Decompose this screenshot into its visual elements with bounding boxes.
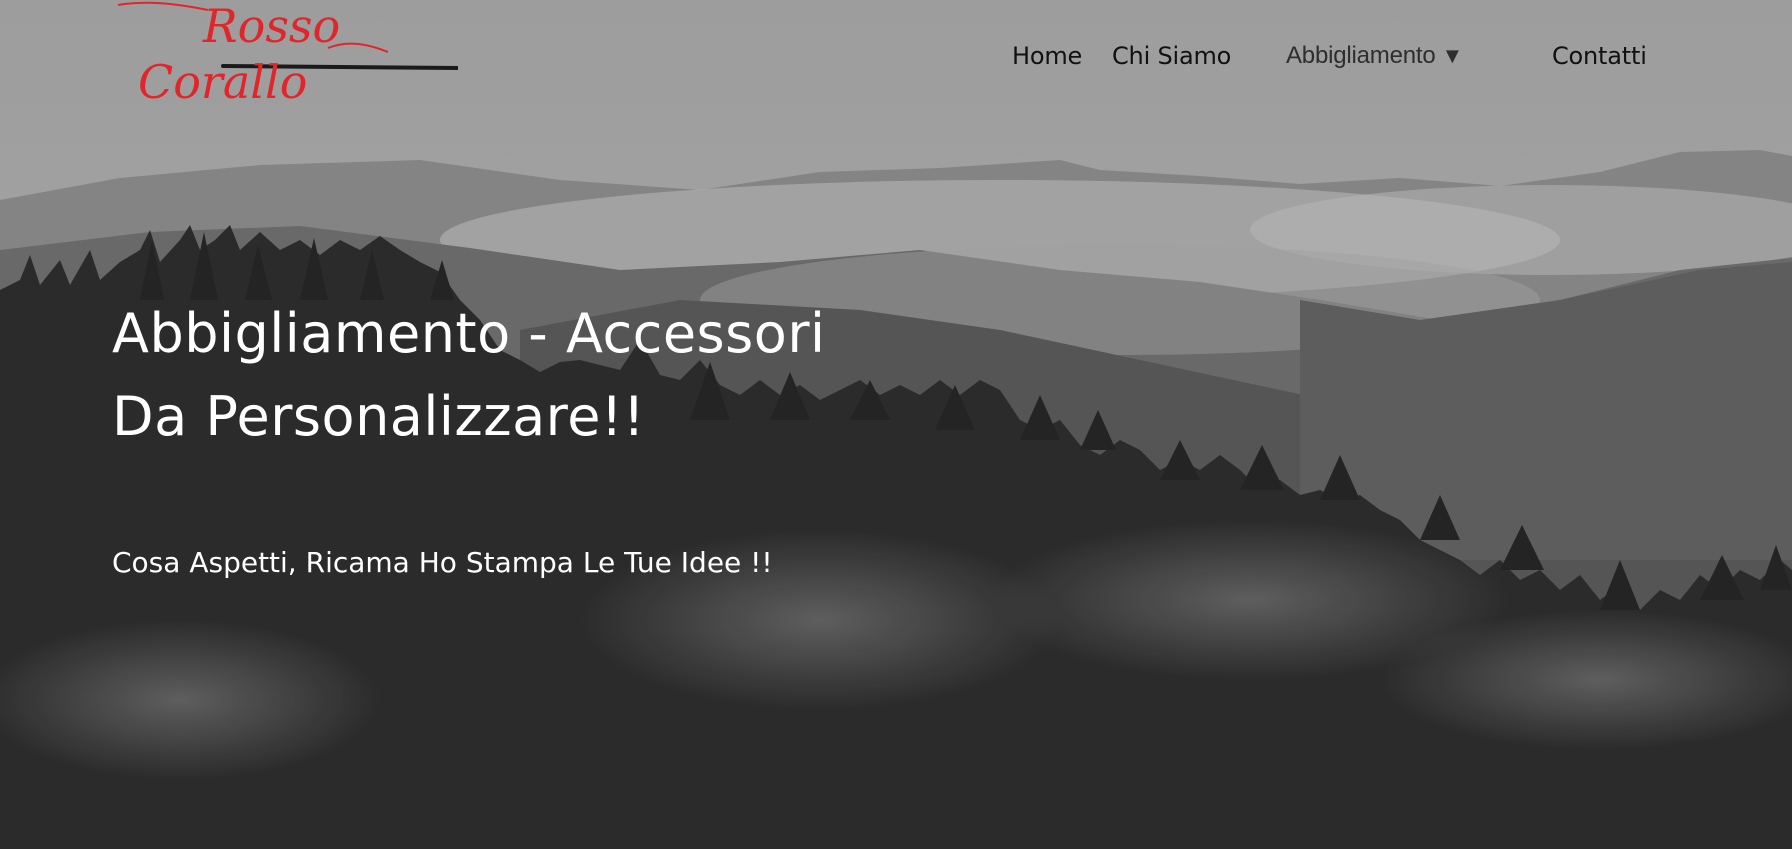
main-navigation: Home Chi Siamo Abbigliamento ▼ Contatti (0, 42, 1792, 78)
nav-contatti-link[interactable]: Contatti (1552, 42, 1647, 70)
nav-abbigliamento-label: Abbigliamento (1286, 42, 1436, 69)
hero-title: Abbigliamento - Accessori Da Personalizz… (112, 292, 1012, 458)
nav-chi-siamo-link[interactable]: Chi Siamo (1112, 42, 1231, 70)
hero-title-line-2: Da Personalizzare!! (112, 385, 646, 448)
hero-title-line-1: Abbigliamento - Accessori (112, 302, 826, 365)
nav-home-link[interactable]: Home (1012, 42, 1082, 70)
page: Rosso Corallo Home Chi Siamo Abbigliamen… (0, 0, 1792, 849)
nav-abbigliamento-dropdown[interactable]: Abbigliamento ▼ (1286, 42, 1463, 70)
dropdown-caret-icon: ▼ (1441, 43, 1464, 68)
hero-subtitle: Cosa Aspetti, Ricama Ho Stampa Le Tue Id… (112, 546, 773, 579)
